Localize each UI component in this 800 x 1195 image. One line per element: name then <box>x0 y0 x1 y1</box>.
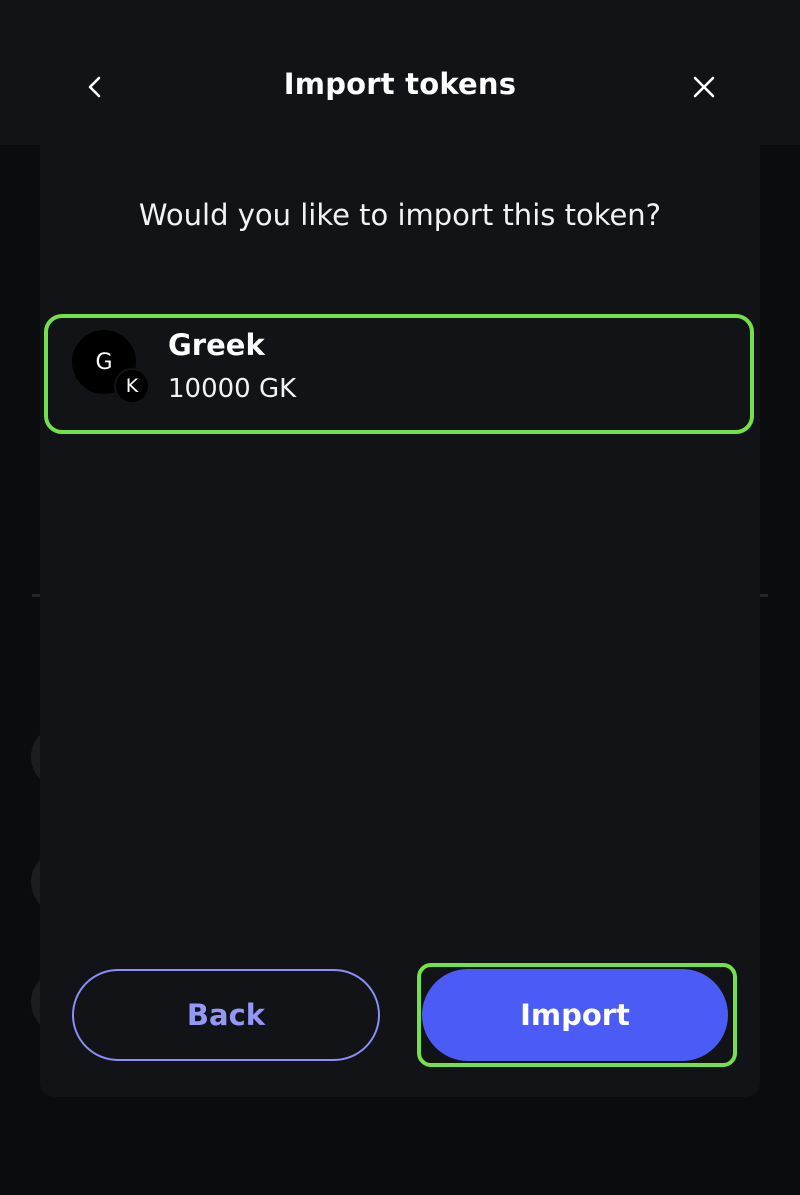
close-button[interactable] <box>680 63 728 111</box>
token-avatar-letter: G <box>95 349 113 375</box>
back-button[interactable]: Back <box>72 969 380 1061</box>
close-icon <box>693 76 715 98</box>
token-name: Greek <box>168 328 265 362</box>
import-button[interactable]: Import <box>422 969 728 1061</box>
modal-title: Import tokens <box>283 67 517 101</box>
token-network-badge: K <box>114 368 150 404</box>
token-card[interactable]: G K Greek 10000 GK <box>44 314 754 434</box>
import-tokens-modal: Import tokens Would you like to import t… <box>40 31 760 1097</box>
import-question: Would you like to import this token? <box>138 198 662 232</box>
token-balance: 10000 GK <box>168 374 297 404</box>
modal-header: Import tokens <box>40 31 760 143</box>
